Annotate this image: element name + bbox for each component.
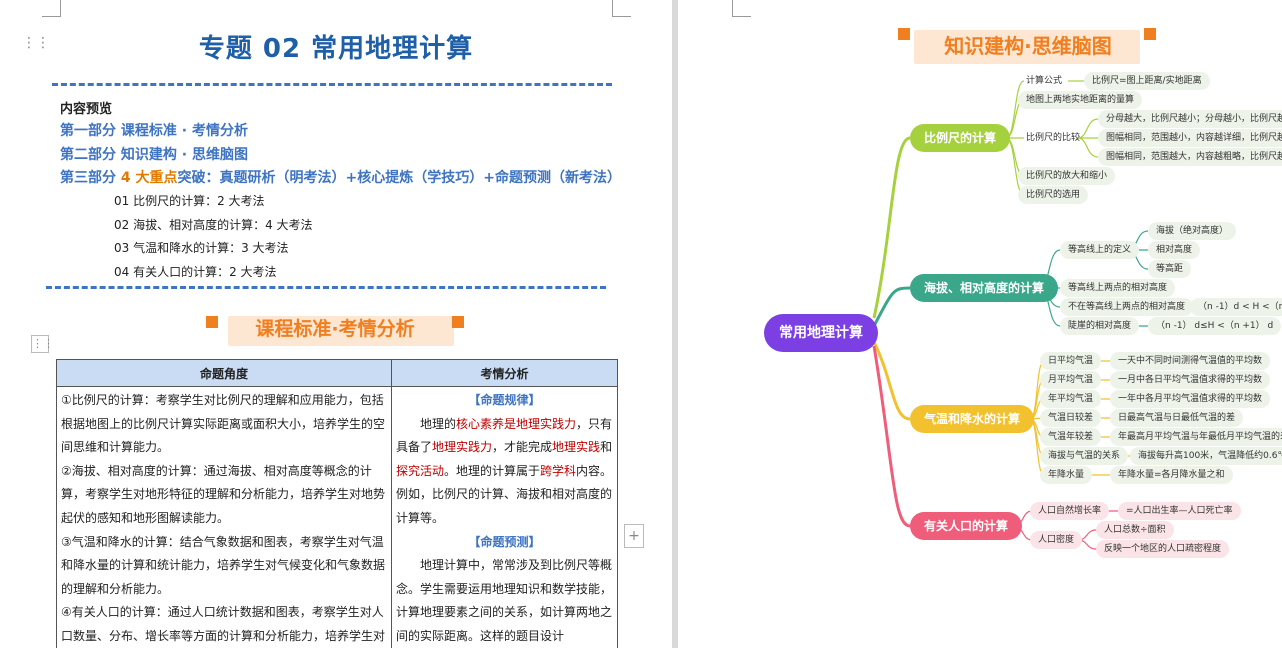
mindmap-node[interactable]: （n -1） d≤H <（n +1） d [1148,317,1282,335]
highlight-text: 核心素养是地理实践力 [456,416,577,431]
angle-paragraph: ①比例尺的计算：考察学生对比例尺的理解和应用能力，包括根据地图上的比例尺计算实际… [61,393,386,455]
mindmap-node[interactable]: 人口自然增长率 [1030,502,1110,520]
mindmap-node[interactable]: 气温日较差 [1040,409,1102,427]
toc-item-3[interactable]: 03 气温和降水的计算：3 大考法 [114,239,289,256]
mindmap-root[interactable]: 常用地理计算 [764,314,878,352]
connector-b4 [872,345,911,528]
mindmap-node[interactable]: 一年中各月平均气温值求得的平均数 [1110,390,1271,408]
highlight-text: 探究活动 [396,463,445,478]
text-run: ，才能完成 [492,440,553,455]
mindmap-node[interactable]: （n -1）d < H <（n +1）d [1190,298,1282,316]
add-column-icon[interactable]: + [624,524,644,548]
mindmap-node[interactable]: 一天中不同时间测得气温值的平均数 [1110,352,1271,370]
toc-part-3-highlight: 4 大重点 [120,170,178,186]
toc-item-2[interactable]: 02 海拔、相对高度的计算：4 大考法 [114,216,313,233]
mindmap-node[interactable]: =人口出生率—人口死亡率 [1118,502,1241,520]
highlight-text: 地理实践力 [432,440,493,455]
banner-square-icon [452,316,464,328]
document-page-right: 知识建构·思维脑图 常用地理计算 比例尺的计算 计算公式 比例尺=图上距离/实地… [678,0,1282,648]
toc-part-1[interactable]: 第一部分 课程标准 · 考情分析 [60,120,248,140]
mindmap-node[interactable]: 比例尺的比较 [1026,129,1080,147]
mindmap-node[interactable]: 年降水量=各月降水量之和 [1110,466,1233,484]
dashed-divider [52,83,612,86]
toc-part-3-prefix: 第三部分 [60,170,121,186]
mindmap-node[interactable]: 比例尺的选用 [1018,186,1089,204]
mindmap-node[interactable]: 人口密度 [1030,531,1083,549]
mindmap-node[interactable]: 反映一个地区的人口疏密程度 [1096,540,1230,558]
analysis-paragraph: 地理计算中，常常涉及到比例尺等概念。学生需要运用地理知识和数学技能，计算地理要素… [396,558,613,643]
table-cell-analysis[interactable]: 【命题规律】 地理的核心素养是地理实践力，只有具备了地理实践力，才能完成地理实践… [391,385,618,648]
mindmap-branch-temperature[interactable]: 气温和降水的计算 [910,405,1035,433]
highlight-text: 跨学科 [540,463,577,478]
mindmap-node[interactable]: 图幅相同，范围越大，内容越粗略，比例尺越小 [1098,148,1282,166]
toc-part-3-rest: 突破：真题研析（明考法）+核心提炼（学技巧）+命题预测（新考法） [177,170,621,186]
mindmap-node[interactable]: 分母越大，比例尺越小；分母越小，比例尺越大 [1098,110,1282,128]
mindmap-node[interactable]: 日最高气温与日最低气温的差 [1110,409,1244,427]
banner-square-icon [206,316,218,328]
mindmap-node[interactable]: 气温年较差 [1040,428,1102,446]
mindmap-branch-scale[interactable]: 比例尺的计算 [910,124,1011,152]
mindmap-node[interactable]: 不在等高线上两点的相对高度 [1060,298,1194,316]
mindmap-node[interactable]: 月平均气温 [1040,371,1102,389]
exam-table: 命题角度 考情分析 ①比例尺的计算：考察学生对比例尺的理解和应用能力，包括根据地… [56,359,618,648]
toc-item-1[interactable]: 01 比例尺的计算：2 大考法 [114,192,265,209]
angle-paragraph: ④有关人口的计算：通过人口统计数据和图表，考察学生对人口数量、分布、增长率等方面… [61,605,386,643]
toc-label: 内容预览 [60,102,113,117]
mindmap-node[interactable]: 比例尺的放大和缩小 [1018,167,1116,185]
mindmap-node[interactable]: 日平均气温 [1040,352,1102,370]
table-header: 考情分析 [391,359,618,387]
table-handle-icon[interactable]: ⋮⋮ [31,335,54,353]
section-banner: 课程标准·考情分析 [206,312,464,346]
subheading: 【命题规律】 [468,393,541,407]
mindmap-node[interactable]: 计算公式 [1026,72,1062,90]
table-header: 命题角度 [56,359,392,387]
mindmap-node[interactable]: 海拔每升高100米，气温降低约0.6℃ [1130,447,1282,465]
mindmap-node[interactable]: 人口总数÷面积 [1096,521,1174,539]
analysis-paragraph: 地理的核心素养是地理实践力，只有具备了地理实践力，才能完成地理实践和探究活动。地… [396,413,613,531]
banner-text: 课程标准·考情分析 [255,318,415,340]
mindmap-node[interactable]: 年最高月平均气温与年最低月平均气温的差 [1110,428,1282,446]
mindmap-node[interactable]: 年降水量 [1040,466,1093,484]
angle-paragraph: ②海拔、相对高度的计算：通过海拔、相对高度等概念的计算，考察学生对地形特征的理解… [61,463,386,525]
table-cell-angles[interactable]: ①比例尺的计算：考察学生对比例尺的理解和应用能力，包括根据地图上的比例尺计算实际… [56,385,392,648]
table-header-row: 命题角度 考情分析 [56,359,618,387]
mindmap-node[interactable]: 年平均气温 [1040,390,1102,408]
angle-paragraph: ③气温和降水的计算：结合气象数据和图表，考察学生对气温和降水量的计算和统计能力，… [61,534,386,596]
page-corner-mark [42,0,61,17]
mindmap-node[interactable]: 等高线上两点的相对高度 [1060,279,1176,297]
subheading: 【命题预测】 [468,534,541,549]
page-corner-mark [612,0,631,17]
dashed-divider [46,286,606,289]
text-run: 地理的 [420,416,457,431]
mindmap-node[interactable]: 海拔与气温的关系 [1040,447,1129,465]
mindmap-node[interactable]: 陡崖的相对高度 [1060,317,1140,335]
mindmap-branch-population[interactable]: 有关人口的计算 [910,512,1023,540]
mindmap-node[interactable]: 比例尺=图上距离/实地距离 [1084,72,1210,90]
mindmap-branch-altitude[interactable]: 海拔、相对高度的计算 [910,274,1059,302]
text-run: 。地理的计算属于 [444,463,541,478]
text-run: 和 [600,440,613,455]
page-title: 专题 02 常用地理计算 [198,34,474,64]
mindmap-node[interactable]: 一月中各日平均气温值求得的平均数 [1110,371,1271,389]
table-row: ①比例尺的计算：考察学生对比例尺的理解和应用能力，包括根据地图上的比例尺计算实际… [56,385,618,648]
mindmap-node[interactable]: 等高距 [1148,260,1192,278]
toc-part-2[interactable]: 第二部分 知识建构 · 思维脑图 [60,144,248,164]
mindmap-node[interactable]: 等高线上的定义 [1060,241,1140,259]
connector-b1 [872,136,911,319]
highlight-text: 地理实践 [552,440,601,455]
mindmap-node[interactable]: 地图上两地实地距离的量算 [1018,91,1143,109]
mindmap-node[interactable]: 图幅相同，范围越小，内容越详细，比例尺越大 [1098,129,1282,147]
mindmap-node[interactable]: 海拔（绝对高度） [1148,222,1237,240]
toc-item-4[interactable]: 04 有关人口的计算：2 大考法 [114,263,277,280]
document-page-left: ⋮⋮ 专题 02 常用地理计算 内容预览 第一部分 课程标准 · 考情分析 第二… [0,0,672,648]
toc-part-3[interactable]: 第三部分 4 大重点突破：真题研析（明考法）+核心提炼（学技巧）+命题预测（新考… [60,167,621,187]
mindmap-node[interactable]: 相对高度 [1148,241,1201,259]
